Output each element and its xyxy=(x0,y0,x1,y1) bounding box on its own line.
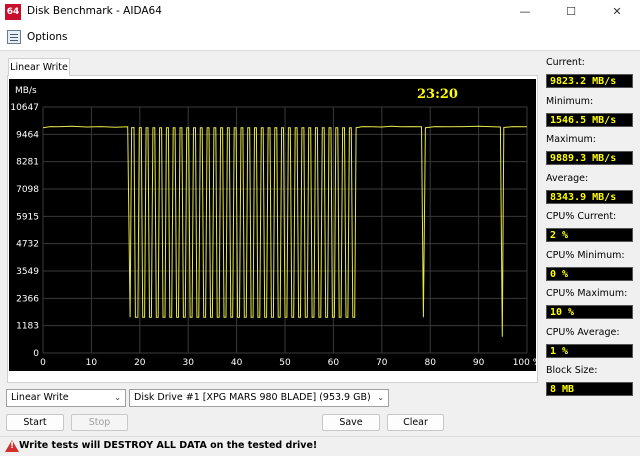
menu-bar: Options xyxy=(0,24,640,51)
warning-text: Write tests will DESTROY ALL DATA on the… xyxy=(19,440,318,451)
chevron-down-icon: ⌄ xyxy=(377,393,384,402)
stat-label: CPU% Current: xyxy=(546,211,617,222)
stop-button[interactable]: Stop xyxy=(71,414,128,431)
stat-value: 8 MB xyxy=(546,382,633,396)
y-tick-label: 5915 xyxy=(16,212,39,222)
y-tick-label: 9464 xyxy=(16,130,39,140)
close-button[interactable]: ✕ xyxy=(594,0,640,24)
options-label: Options xyxy=(27,31,68,43)
warning-icon xyxy=(5,440,19,452)
x-tick-label: 0 xyxy=(40,358,46,368)
x-tick-label: 20 xyxy=(134,358,146,368)
stat-label: Minimum: xyxy=(546,95,594,107)
stat-label: CPU% Minimum: xyxy=(546,249,625,261)
window-title: Disk Benchmark - AIDA64 xyxy=(27,5,162,17)
save-button[interactable]: Save xyxy=(322,414,380,431)
title-bar: 64 Disk Benchmark - AIDA64 — ☐ ✕ xyxy=(0,0,640,24)
stat-label: CPU% Average: xyxy=(546,326,620,338)
maximize-button[interactable]: ☐ xyxy=(548,0,594,24)
y-tick-label: 8281 xyxy=(16,158,39,168)
stat-label: Average: xyxy=(546,172,589,184)
y-tick-label: 7098 xyxy=(16,185,39,195)
y-tick-label: 2366 xyxy=(16,294,39,304)
y-tick-label: 3549 xyxy=(16,267,39,277)
stat-value: 9823.2 MB/s xyxy=(546,74,633,88)
stat-value: 1546.5 MB/s xyxy=(546,112,633,127)
x-tick-label: 50 xyxy=(279,358,291,368)
y-tick-label: 4732 xyxy=(16,240,39,250)
status-bar: Write tests will DESTROY ALL DATA on the… xyxy=(0,436,640,456)
x-tick-label: 60 xyxy=(328,358,340,368)
chevron-down-icon: ⌄ xyxy=(114,393,121,402)
y-tick-label: 0 xyxy=(33,349,39,359)
x-tick-label: 10 xyxy=(86,358,98,368)
drive-select[interactable]: Disk Drive #1 [XPG MARS 980 BLADE] (953.… xyxy=(129,389,389,407)
benchmark-graph: 0 1183 2366 3549 4732 5915 7098 8281 9464 10647 0 1… xyxy=(9,79,542,371)
stat-value: 10 % xyxy=(546,305,633,319)
test-type-select[interactable]: Linear Write ⌄ xyxy=(6,389,126,407)
stat-label: Maximum: xyxy=(546,134,597,145)
elapsed-time: 23:20 xyxy=(417,87,458,102)
clear-button[interactable]: Clear xyxy=(387,414,444,431)
y-tick-label: 1183 xyxy=(16,322,39,332)
x-tick-label: 100 % xyxy=(513,358,536,368)
x-tick-label: 40 xyxy=(231,358,243,368)
stat-label: Block Size: xyxy=(546,365,598,376)
minimize-button[interactable]: — xyxy=(502,0,548,24)
benchmark-chart-svg: 0 1183 2366 3549 4732 5915 7098 8281 9464 10647 0 1… xyxy=(10,86,541,368)
x-tick-label: 90 xyxy=(473,358,485,368)
y-tick-label: 10647 xyxy=(10,103,39,113)
x-tick-label: 30 xyxy=(182,358,194,368)
options-icon xyxy=(7,30,21,44)
stat-value: 1 % xyxy=(546,343,633,358)
start-button[interactable]: Start xyxy=(6,414,64,431)
aida64-app-icon: 64 xyxy=(5,4,21,20)
stat-value: 9889.3 MB/s xyxy=(546,151,633,165)
x-tick-label: 70 xyxy=(376,358,388,368)
stat-value: 2 % xyxy=(546,228,633,242)
drive-select-value: Disk Drive #1 [XPG MARS 980 BLADE] (953.… xyxy=(134,392,371,403)
stat-value: 0 % xyxy=(546,266,633,281)
stat-label: Current: xyxy=(546,57,585,68)
stat-value: 8343.9 MB/s xyxy=(546,189,633,204)
tab-linear-write[interactable]: Linear Write xyxy=(8,58,70,76)
stat-label: CPU% Maximum: xyxy=(546,288,628,299)
test-type-select-value: Linear Write xyxy=(11,392,69,403)
x-tick-label: 80 xyxy=(424,358,436,368)
y-axis-unit-label: MB/s xyxy=(15,86,37,96)
